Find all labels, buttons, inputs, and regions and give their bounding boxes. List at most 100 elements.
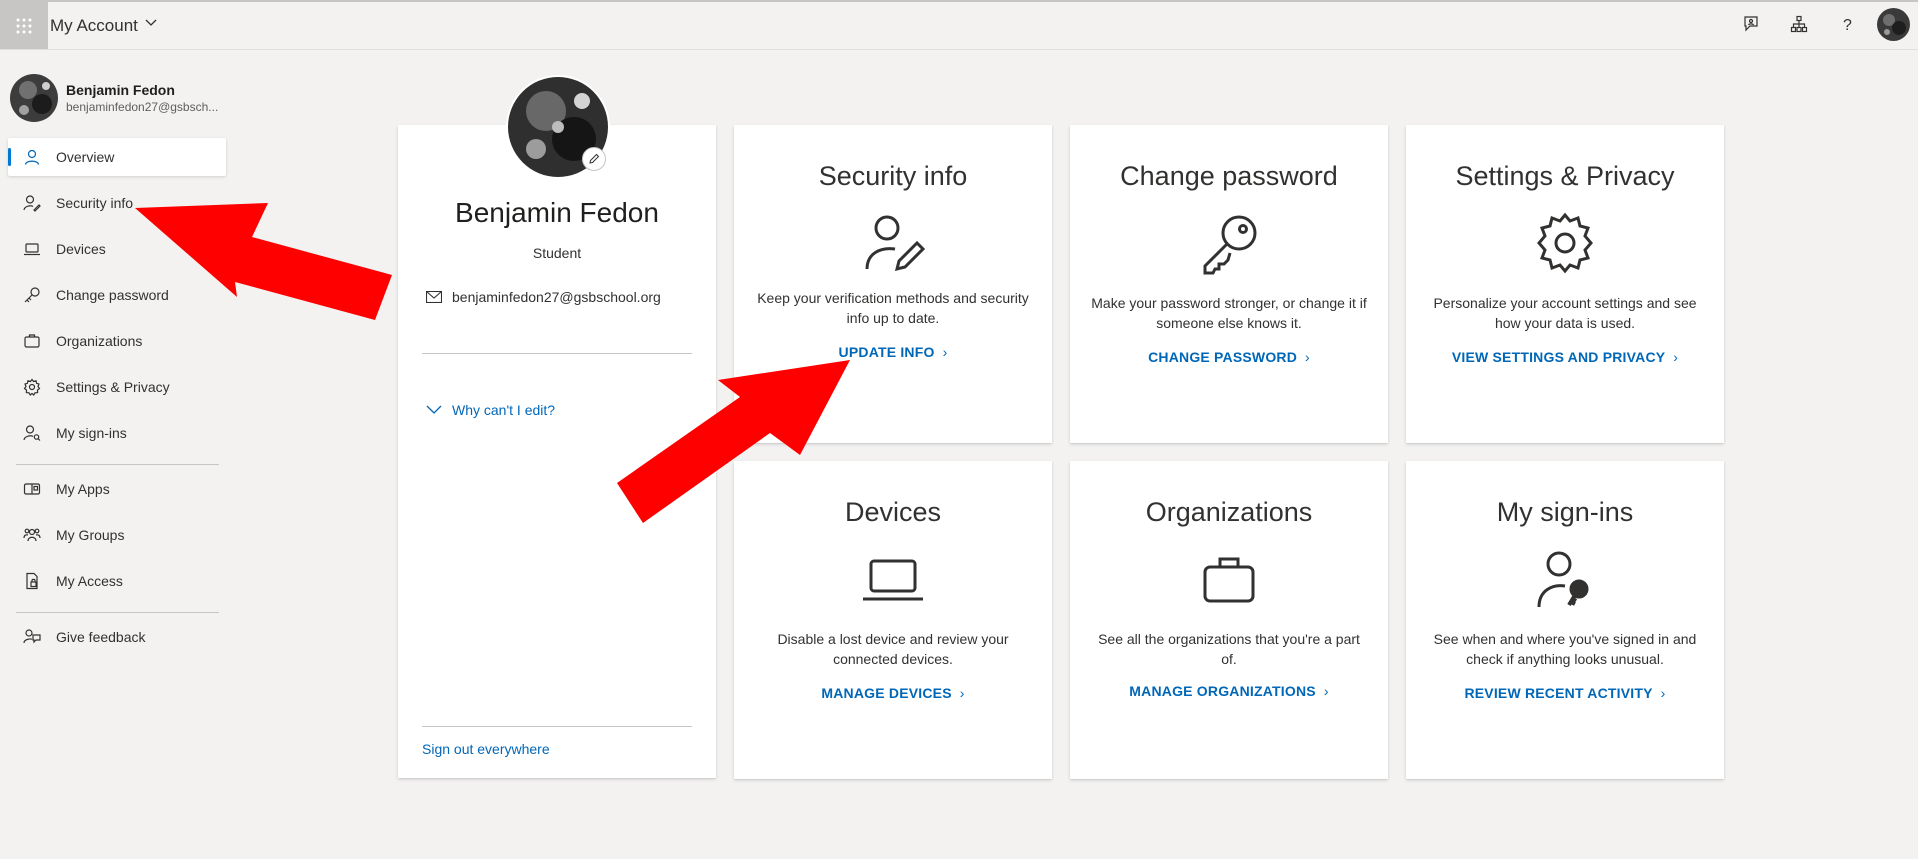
sidebar-user-name: Benjamin Fedon (66, 82, 175, 98)
avatar[interactable] (1877, 8, 1910, 41)
sidebar-item-devices[interactable]: Devices (8, 230, 226, 268)
person-signin-icon (22, 423, 42, 443)
chevron-right-icon: › (942, 344, 948, 360)
sidebar-item-label: Organizations (56, 333, 143, 349)
card-title: My sign-ins (1496, 497, 1634, 527)
gear-icon (22, 377, 42, 397)
sidebar-item-label: Devices (56, 241, 106, 257)
sidebar-item-label: Security info (56, 195, 134, 211)
sidebar-item-settings-privacy[interactable]: Settings & Privacy (8, 368, 226, 406)
card-description: Disable a lost device and review your co… (777, 631, 1009, 667)
sidebar-user-email: benjaminfedon27@gsbsch... (66, 100, 219, 114)
sidebar: Benjamin Fedon benjaminfedon27@gsbsch...… (0, 50, 230, 859)
chevron-down-icon[interactable] (145, 19, 157, 27)
settings-privacy-card: Settings & Privacy Personalize your acco… (1406, 125, 1724, 443)
sidebar-item-security-info[interactable]: Security info (8, 184, 226, 222)
link-label: CHANGE PASSWORD (1148, 349, 1298, 365)
why-cant-edit-label: Why can't I edit? (452, 402, 556, 418)
avatar (10, 74, 58, 122)
link-label: MANAGE DEVICES (821, 685, 952, 701)
briefcase-icon (1196, 546, 1262, 612)
access-icon (22, 571, 42, 591)
sidebar-item-change-password[interactable]: Change password (8, 276, 226, 314)
link-label: REVIEW RECENT ACTIVITY (1464, 685, 1653, 701)
chevron-right-icon: › (1323, 683, 1329, 699)
svg-text:?: ? (1843, 17, 1852, 33)
sidebar-item-organizations[interactable]: Organizations (8, 322, 226, 360)
security-info-card: Security info Keep your verification met… (734, 125, 1052, 443)
sidebar-item-label: My Groups (56, 527, 125, 543)
feedback-icon (1744, 16, 1758, 32)
card-description: Keep your verification methods and secur… (757, 290, 1029, 326)
card-description: Make your password stronger, or change i… (1091, 295, 1367, 331)
help-button[interactable]: ? (1836, 13, 1858, 35)
organization-icon (1790, 15, 1808, 33)
profile-card: Benjamin Fedon Student benjaminfedon27@g… (398, 75, 716, 778)
key-icon (22, 285, 42, 305)
manage-organizations-link[interactable]: MANAGE ORGANIZATIONS › (1070, 683, 1388, 699)
person-key-icon (22, 193, 42, 213)
sidebar-item-label: My Apps (56, 481, 110, 497)
sidebar-item-label: Settings & Privacy (56, 379, 170, 395)
sidebar-item-label: Give feedback (56, 629, 146, 645)
top-border (0, 0, 1918, 2)
key-icon (1196, 210, 1262, 276)
app-title[interactable]: My Account (50, 16, 138, 36)
card-title: Change password (1120, 161, 1338, 191)
link-label: VIEW SETTINGS AND PRIVACY (1451, 349, 1666, 365)
link-label: UPDATE INFO (838, 344, 935, 360)
devices-card: Devices Disable a lost device and review… (734, 461, 1052, 779)
profile-email-text: benjaminfedon27@gsbschool.org (452, 289, 661, 305)
divider (422, 353, 692, 354)
sidebar-divider (16, 612, 219, 613)
profile-name: Benjamin Fedon (455, 197, 659, 228)
edit-photo-button[interactable] (582, 147, 606, 171)
sidebar-item-my-sign-ins[interactable]: My sign-ins (8, 414, 226, 452)
review-recent-activity-link[interactable]: REVIEW RECENT ACTIVITY › (1406, 685, 1724, 701)
sidebar-item-overview[interactable]: Overview (8, 138, 226, 176)
mail-icon (426, 291, 442, 303)
profile-email: benjaminfedon27@gsbschool.org (426, 289, 661, 305)
sidebar-item-give-feedback[interactable]: Give feedback (8, 618, 226, 656)
chevron-right-icon: › (959, 685, 965, 701)
person-key-icon (1532, 546, 1598, 612)
card-title: Settings & Privacy (1455, 161, 1675, 191)
view-settings-link[interactable]: VIEW SETTINGS AND PRIVACY › (1406, 349, 1724, 365)
app-launcher-icon (16, 18, 32, 33)
organizations-card: Organizations See all the organizations … (1070, 461, 1388, 779)
sidebar-item-my-groups[interactable]: My Groups (8, 516, 226, 554)
card-description: Personalize your account settings and se… (1433, 295, 1697, 331)
why-cant-edit-link[interactable]: Why can't I edit? (426, 402, 555, 418)
change-password-link[interactable]: CHANGE PASSWORD › (1070, 349, 1388, 365)
card-title: Devices (844, 497, 942, 527)
my-sign-ins-card: My sign-ins See when and where you've si… (1406, 461, 1724, 779)
sign-out-everywhere-link[interactable]: Sign out everywhere (422, 741, 550, 757)
divider (422, 726, 692, 727)
help-icon: ? (1843, 17, 1852, 33)
update-info-link[interactable]: UPDATE INFO › (734, 344, 1052, 360)
chevron-right-icon: › (1660, 685, 1666, 701)
top-bar: My Account ? (0, 0, 1918, 50)
change-password-card: Change password Make your password stron… (1070, 125, 1388, 443)
card-description: See when and where you've signed in and … (1433, 631, 1697, 667)
groups-icon (22, 525, 42, 545)
sidebar-item-label: Overview (56, 149, 115, 165)
organization-button[interactable] (1788, 13, 1810, 35)
briefcase-icon (22, 331, 42, 351)
sidebar-item-my-apps[interactable]: My Apps (8, 470, 226, 508)
manage-devices-link[interactable]: MANAGE DEVICES › (734, 685, 1052, 701)
sidebar-item-label: My sign-ins (56, 425, 127, 441)
sidebar-item-my-access[interactable]: My Access (8, 562, 226, 600)
app-launcher-button[interactable] (0, 2, 48, 49)
sidebar-item-label: My Access (56, 573, 123, 589)
feedback-button[interactable] (1740, 13, 1762, 35)
link-label: MANAGE ORGANIZATIONS (1129, 683, 1316, 699)
laptop-icon (860, 546, 926, 612)
profile-role: Student (532, 245, 582, 261)
sidebar-divider (16, 464, 219, 465)
chevron-right-icon: › (1673, 349, 1679, 365)
card-description: See all the organizations that you're a … (1098, 631, 1360, 667)
chevron-down-icon (426, 405, 442, 414)
laptop-icon (22, 239, 42, 259)
card-title: Organizations (1145, 497, 1313, 527)
